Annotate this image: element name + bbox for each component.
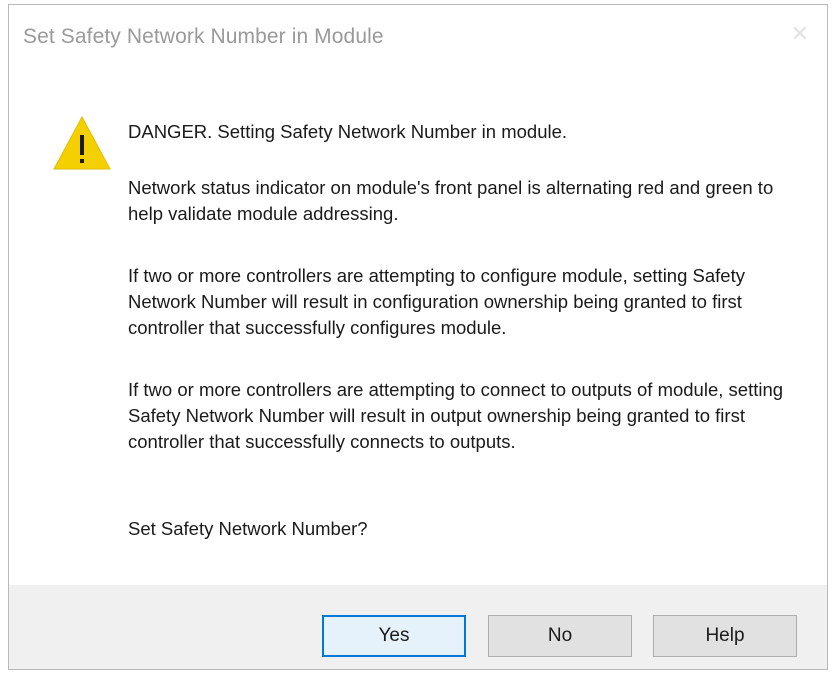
confirmation-question: Set Safety Network Number? [128,518,368,539]
yes-button[interactable]: Yes [322,615,466,657]
danger-heading: DANGER. Setting Safety Network Number in… [128,121,568,142]
no-button[interactable]: No [488,615,632,657]
message-paragraph: If two or more controllers are attemptin… [128,379,784,452]
message-area: DANGER. Setting Safety Network Number in… [9,65,827,585]
help-button[interactable]: Help [653,615,797,657]
warning-icon [53,115,111,170]
message-paragraph: If two or more controllers are attemptin… [128,265,745,338]
title-bar: Set Safety Network Number in Module ✕ [9,5,827,65]
dialog-title: Set Safety Network Number in Module [23,25,384,48]
dialog-window: Set Safety Network Number in Module ✕ DA… [8,4,828,670]
button-bar: Yes No Help [9,585,827,669]
message-paragraph: Network status indicator on module's fro… [128,177,774,224]
close-icon[interactable]: ✕ [791,23,809,45]
